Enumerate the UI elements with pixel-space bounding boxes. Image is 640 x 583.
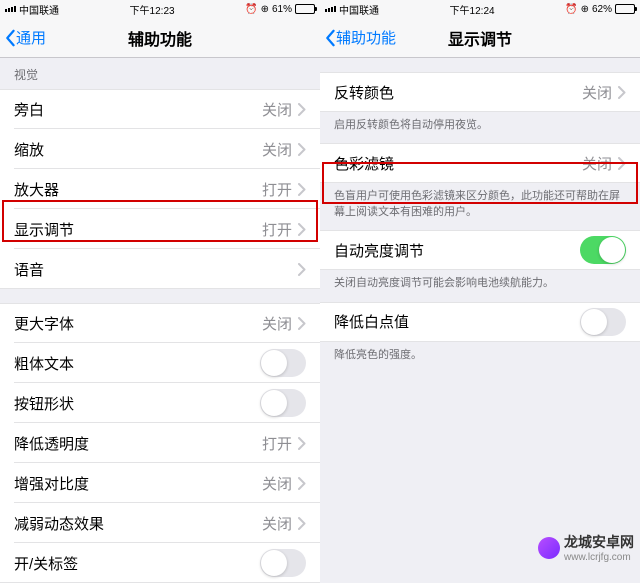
carrier-label: 中国联通 bbox=[19, 2, 59, 17]
row-value: 打开 bbox=[262, 179, 292, 200]
settings-row[interactable]: 放大器打开 bbox=[0, 169, 320, 209]
row-label: 旁白 bbox=[14, 99, 262, 120]
rotation-lock-icon: ⊕ bbox=[581, 4, 589, 15]
settings-row[interactable]: 降低白点值 bbox=[320, 302, 640, 342]
settings-row[interactable]: 色彩滤镜关闭 bbox=[320, 143, 640, 183]
chevron-right-icon bbox=[298, 143, 306, 156]
settings-row[interactable]: 粗体文本 bbox=[0, 343, 320, 383]
row-label: 显示调节 bbox=[14, 219, 262, 240]
settings-row[interactable]: 旁白关闭 bbox=[0, 89, 320, 129]
chevron-right-icon bbox=[298, 517, 306, 530]
chevron-right-icon bbox=[298, 317, 306, 330]
watermark-url: www.lcrjfg.com bbox=[564, 552, 634, 563]
settings-row[interactable]: 反转颜色关闭 bbox=[320, 72, 640, 112]
carrier-label: 中国联通 bbox=[339, 2, 379, 17]
toggle-switch[interactable] bbox=[580, 236, 626, 264]
status-bar: 中国联通 下午12:24 ⏰ ⊕ 62% bbox=[320, 0, 640, 18]
watermark: 龙城安卓网 www.lcrjfg.com bbox=[538, 532, 634, 563]
back-label: 通用 bbox=[16, 27, 46, 48]
chevron-right-icon bbox=[298, 263, 306, 276]
settings-row[interactable]: 更大字体关闭 bbox=[0, 303, 320, 343]
toggle-switch[interactable] bbox=[260, 549, 306, 577]
row-value: 关闭 bbox=[262, 139, 292, 160]
row-label: 色彩滤镜 bbox=[334, 153, 582, 174]
row-value: 打开 bbox=[262, 219, 292, 240]
settings-row[interactable]: 减弱动态效果关闭 bbox=[0, 503, 320, 543]
nav-title: 辅助功能 bbox=[0, 26, 320, 50]
row-label: 缩放 bbox=[14, 139, 262, 160]
settings-row[interactable]: 开/关标签 bbox=[0, 543, 320, 583]
back-label: 辅助功能 bbox=[336, 27, 396, 48]
signal-icon bbox=[325, 6, 336, 12]
row-value: 关闭 bbox=[582, 153, 612, 174]
row-value: 打开 bbox=[262, 433, 292, 454]
settings-row[interactable]: 按钮形状 bbox=[0, 383, 320, 423]
screen-accessibility: 中国联通 下午12:23 ⏰ ⊕ 61% 通用 辅助功能 视觉 旁白关闭缩放关闭… bbox=[0, 0, 320, 583]
toggle-switch[interactable] bbox=[260, 349, 306, 377]
battery-percent: 62% bbox=[592, 4, 612, 15]
settings-row[interactable]: 降低透明度打开 bbox=[0, 423, 320, 463]
watermark-logo-icon bbox=[538, 537, 560, 559]
chevron-right-icon bbox=[298, 183, 306, 196]
back-button[interactable]: 辅助功能 bbox=[320, 27, 396, 48]
chevron-right-icon bbox=[618, 86, 626, 99]
settings-row[interactable]: 缩放关闭 bbox=[0, 129, 320, 169]
chevron-right-icon bbox=[298, 477, 306, 490]
battery-percent: 61% bbox=[272, 4, 292, 15]
status-bar: 中国联通 下午12:23 ⏰ ⊕ 61% bbox=[0, 0, 320, 18]
row-label: 放大器 bbox=[14, 179, 262, 200]
row-label: 反转颜色 bbox=[334, 82, 582, 103]
section-header-vision: 视觉 bbox=[0, 58, 320, 89]
row-label: 增强对比度 bbox=[14, 473, 262, 494]
row-value: 关闭 bbox=[262, 513, 292, 534]
row-label: 降低透明度 bbox=[14, 433, 262, 454]
row-label: 语音 bbox=[14, 259, 298, 280]
section-footer: 降低亮色的强度。 bbox=[320, 342, 640, 373]
row-value: 关闭 bbox=[262, 99, 292, 120]
alarm-icon: ⏰ bbox=[565, 4, 577, 15]
back-button[interactable]: 通用 bbox=[0, 27, 46, 48]
row-label: 自动亮度调节 bbox=[334, 240, 580, 261]
chevron-right-icon bbox=[298, 437, 306, 450]
watermark-name: 龙城安卓网 bbox=[564, 532, 634, 552]
row-value: 关闭 bbox=[262, 313, 292, 334]
nav-bar: 通用 辅助功能 bbox=[0, 18, 320, 58]
chevron-right-icon bbox=[298, 103, 306, 116]
row-label: 开/关标签 bbox=[14, 553, 260, 574]
rotation-lock-icon: ⊕ bbox=[261, 4, 269, 15]
screen-display-accommodations: 中国联通 下午12:24 ⏰ ⊕ 62% 辅助功能 显示调节 反转颜色关闭启用反… bbox=[320, 0, 640, 583]
row-value: 关闭 bbox=[582, 82, 612, 103]
alarm-icon: ⏰ bbox=[245, 4, 257, 15]
row-label: 粗体文本 bbox=[14, 353, 260, 374]
section-footer: 色盲用户可使用色彩滤镜来区分颜色，此功能还可帮助在屏幕上阅读文本有困难的用户。 bbox=[320, 183, 640, 230]
settings-row[interactable]: 语音 bbox=[0, 249, 320, 289]
row-value: 关闭 bbox=[262, 473, 292, 494]
row-label: 降低白点值 bbox=[334, 311, 580, 332]
nav-bar: 辅助功能 显示调节 bbox=[320, 18, 640, 58]
toggle-switch[interactable] bbox=[260, 389, 306, 417]
battery-icon bbox=[295, 4, 315, 14]
status-time: 下午12:23 bbox=[130, 2, 175, 17]
chevron-right-icon bbox=[298, 223, 306, 236]
section-footer: 启用反转颜色将自动停用夜览。 bbox=[320, 112, 640, 143]
toggle-switch[interactable] bbox=[580, 308, 626, 336]
settings-row[interactable]: 显示调节打开 bbox=[0, 209, 320, 249]
chevron-right-icon bbox=[618, 157, 626, 170]
settings-row[interactable]: 自动亮度调节 bbox=[320, 230, 640, 270]
section-footer: 关闭自动亮度调节可能会影响电池续航能力。 bbox=[320, 270, 640, 301]
battery-icon bbox=[615, 4, 635, 14]
status-time: 下午12:24 bbox=[450, 2, 495, 17]
settings-row[interactable]: 增强对比度关闭 bbox=[0, 463, 320, 503]
row-label: 按钮形状 bbox=[14, 393, 260, 414]
signal-icon bbox=[5, 6, 16, 12]
row-label: 减弱动态效果 bbox=[14, 513, 262, 534]
row-label: 更大字体 bbox=[14, 313, 262, 334]
